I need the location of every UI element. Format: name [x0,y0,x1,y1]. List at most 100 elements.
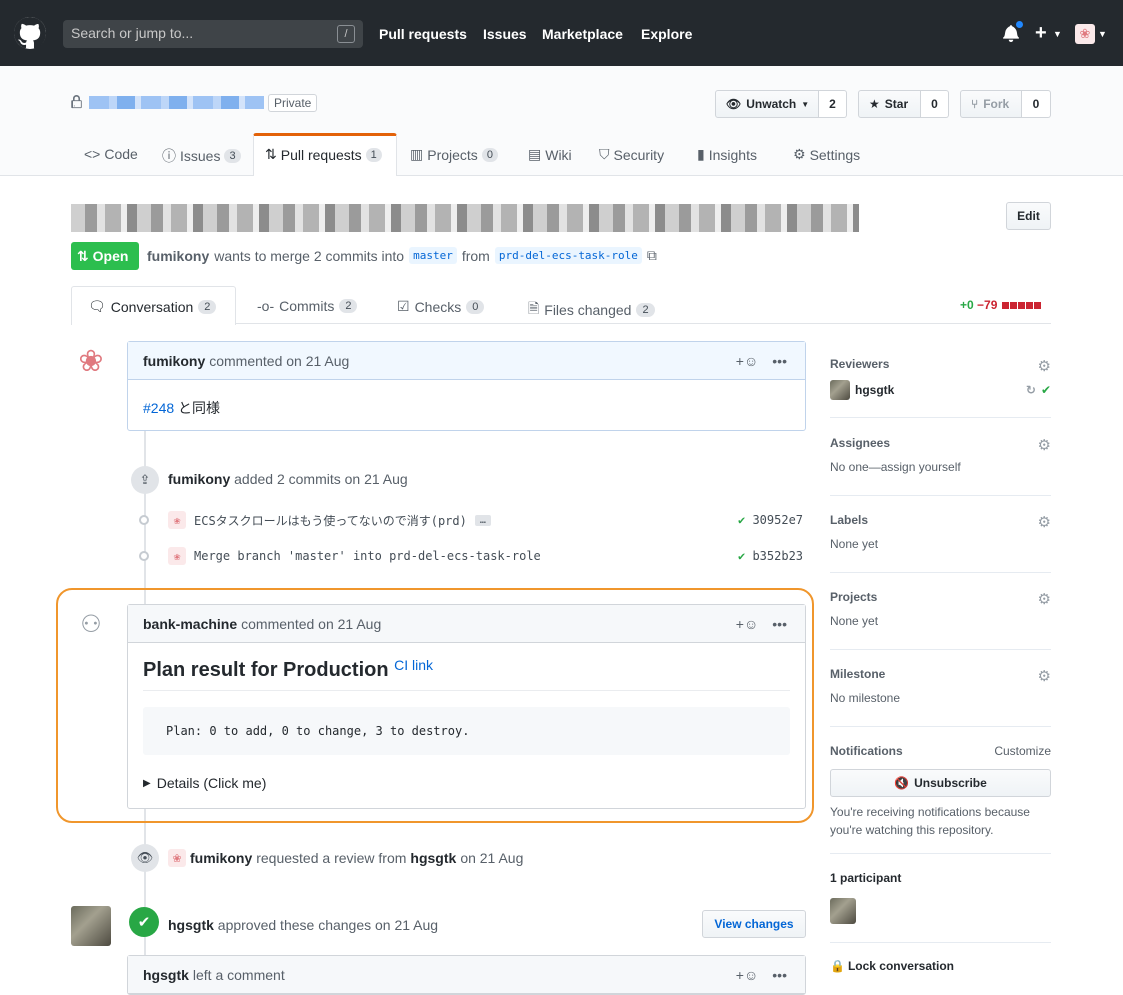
tab-projects[interactable]: ▥ Projects 0 [410,146,498,163]
more-options-icon[interactable]: ••• [772,616,787,632]
add-reaction-icon[interactable]: +☺ [736,353,758,369]
participant-avatar[interactable] [830,898,856,924]
commit-message[interactable]: Merge branch 'master' into prd-del-ecs-t… [194,549,541,563]
tab-security[interactable]: ⛉ Security [599,146,664,163]
check-icon: ✔ [1040,383,1051,397]
tab-files-changed[interactable]: 🗎 Files changed 2 [528,298,655,322]
projects-value: None yet [830,614,879,628]
pr-meta: fumikony wants to merge 2 commits into m… [147,247,657,264]
search-input[interactable]: Search or jump to... / [63,20,363,48]
create-new-icon[interactable]: + [1035,22,1047,45]
gear-icon[interactable]: ⚙ [1038,513,1051,531]
user-avatar[interactable]: ❀ [1075,24,1095,44]
commit-message[interactable]: ECSタスクロールはもう使ってないので消す(prd) [194,512,467,529]
head-branch[interactable]: prd-del-ecs-task-role [494,247,642,264]
details-toggle[interactable]: ▶ Details (Click me) [143,775,790,791]
tab-insights[interactable]: ▮ Insights [697,146,757,163]
merge-text: wants to merge 2 commits into [214,247,405,264]
event-author[interactable]: fumikony [190,850,252,866]
comment-box: bank-machine commented on 21 Aug +☺ ••• P… [127,604,806,809]
pr-author-link[interactable]: fumikony [147,248,209,264]
projects-heading[interactable]: Projects [830,590,1051,604]
caret-down-icon: ▼ [1053,29,1062,39]
avatar[interactable]: ❀ [71,341,111,381]
tab-code[interactable]: <> Code [84,146,138,162]
tab-wiki[interactable]: ▤ Wiki [528,146,572,163]
files-changed-count: 2 [636,303,655,317]
re-request-review-icon[interactable]: ↻ [1026,383,1036,397]
assignees-heading[interactable]: Assignees [830,436,1051,450]
check-icon: ✔ [738,549,753,563]
gear-icon[interactable]: ⚙ [1038,667,1051,685]
add-reaction-icon[interactable]: +☺ [736,967,758,983]
star-label: Star [884,97,909,111]
commit-icon: -o- [257,298,275,314]
copy-icon[interactable]: ⧉ [647,247,657,264]
comment-author[interactable]: bank-machine [143,616,237,632]
labels-value: None yet [830,537,879,551]
add-reaction-icon[interactable]: +☺ [736,616,758,632]
lock-conversation-link[interactable]: 🔒 Lock conversation [830,959,1051,973]
labels-heading[interactable]: Labels [830,513,1051,527]
unsubscribe-button[interactable]: 🔇 Unsubscribe [830,769,1051,797]
avatar[interactable] [71,906,111,946]
star-icon: ★ [869,97,880,111]
gear-icon[interactable]: ⚙ [1038,357,1051,375]
tab-pull-requests[interactable]: ⇅ Pull requests 1 [265,146,382,163]
star-button[interactable]: ★ Star [858,90,921,118]
github-logo-icon[interactable] [14,17,46,49]
review-request-event: ❀ fumikony requested a review from hgsgt… [168,849,523,867]
event-author[interactable]: hgsgtk [168,917,214,933]
commit-sha[interactable]: ✔ 30952e7 [738,513,803,527]
diff-stat: +0 −79 [960,298,1041,312]
deletions-count: −79 [977,298,998,312]
tab-conversation[interactable]: 🗨 Conversation 2 [88,298,217,315]
comment-meta: left a comment [192,966,285,983]
star-count[interactable]: 0 [921,90,949,118]
reviewers-heading[interactable]: Reviewers [830,357,1051,371]
edit-title-button[interactable]: Edit [1006,202,1051,230]
tab-commits[interactable]: -o- Commits 2 [257,298,358,314]
conversation-count: 2 [198,299,217,314]
milestone-value: No milestone [830,691,901,705]
gear-icon[interactable]: ⚙ [1038,436,1051,454]
view-changes-button[interactable]: View changes [702,910,806,938]
tab-issues[interactable]: ⓘ Issues 3 [162,146,241,166]
pull-requests-count: 1 [365,147,382,162]
watch-count[interactable]: 2 [819,90,847,118]
nav-pull-requests[interactable]: Pull requests [379,26,467,42]
comment-author[interactable]: hgsgtk [143,967,189,983]
fork-button[interactable]: ⑂ Fork [960,90,1022,118]
assignees-value[interactable]: No one—assign yourself [830,460,1051,474]
customize-link[interactable]: Customize [994,744,1051,758]
unwatch-button[interactable]: 👁 Unwatch ▼ [715,90,819,118]
more-options-icon[interactable]: ••• [772,967,787,983]
approval-event: hgsgtk approved these changes on 21 Aug [168,917,439,933]
avatar[interactable]: ⚇ [71,604,111,644]
milestone-heading[interactable]: Milestone [830,667,1051,681]
nav-explore[interactable]: Explore [641,26,692,42]
caret-right-icon: ▶ [143,777,151,789]
search-shortcut-key: / [337,25,355,43]
comment-author[interactable]: fumikony [143,353,205,369]
more-options-icon[interactable]: ••• [772,353,787,369]
nav-issues[interactable]: Issues [483,26,527,42]
issues-count: 3 [224,149,241,163]
tab-checks[interactable]: ☑ Checks 0 [397,298,485,315]
reviewer-name[interactable]: hgsgtk [855,383,894,397]
avatar[interactable] [830,380,850,400]
repo-name-redacted[interactable] [89,96,264,109]
expand-commit-button[interactable]: … [474,514,491,526]
reviewer-link[interactable]: hgsgtk [410,850,456,866]
ci-link[interactable]: CI link [394,657,433,673]
plan-code-block: Plan: 0 to add, 0 to change, 3 to destro… [143,707,790,755]
fork-count[interactable]: 0 [1022,90,1051,118]
checklist-icon: ☑ [397,298,410,314]
base-branch[interactable]: master [409,247,457,264]
gear-icon[interactable]: ⚙ [1038,590,1051,608]
commit-sha[interactable]: ✔ b352b23 [738,549,803,563]
nav-marketplace[interactable]: Marketplace [542,26,623,42]
event-author[interactable]: fumikony [168,471,230,487]
tab-settings[interactable]: ⚙ Settings [793,146,860,163]
issue-reference-link[interactable]: #248 [143,400,174,416]
